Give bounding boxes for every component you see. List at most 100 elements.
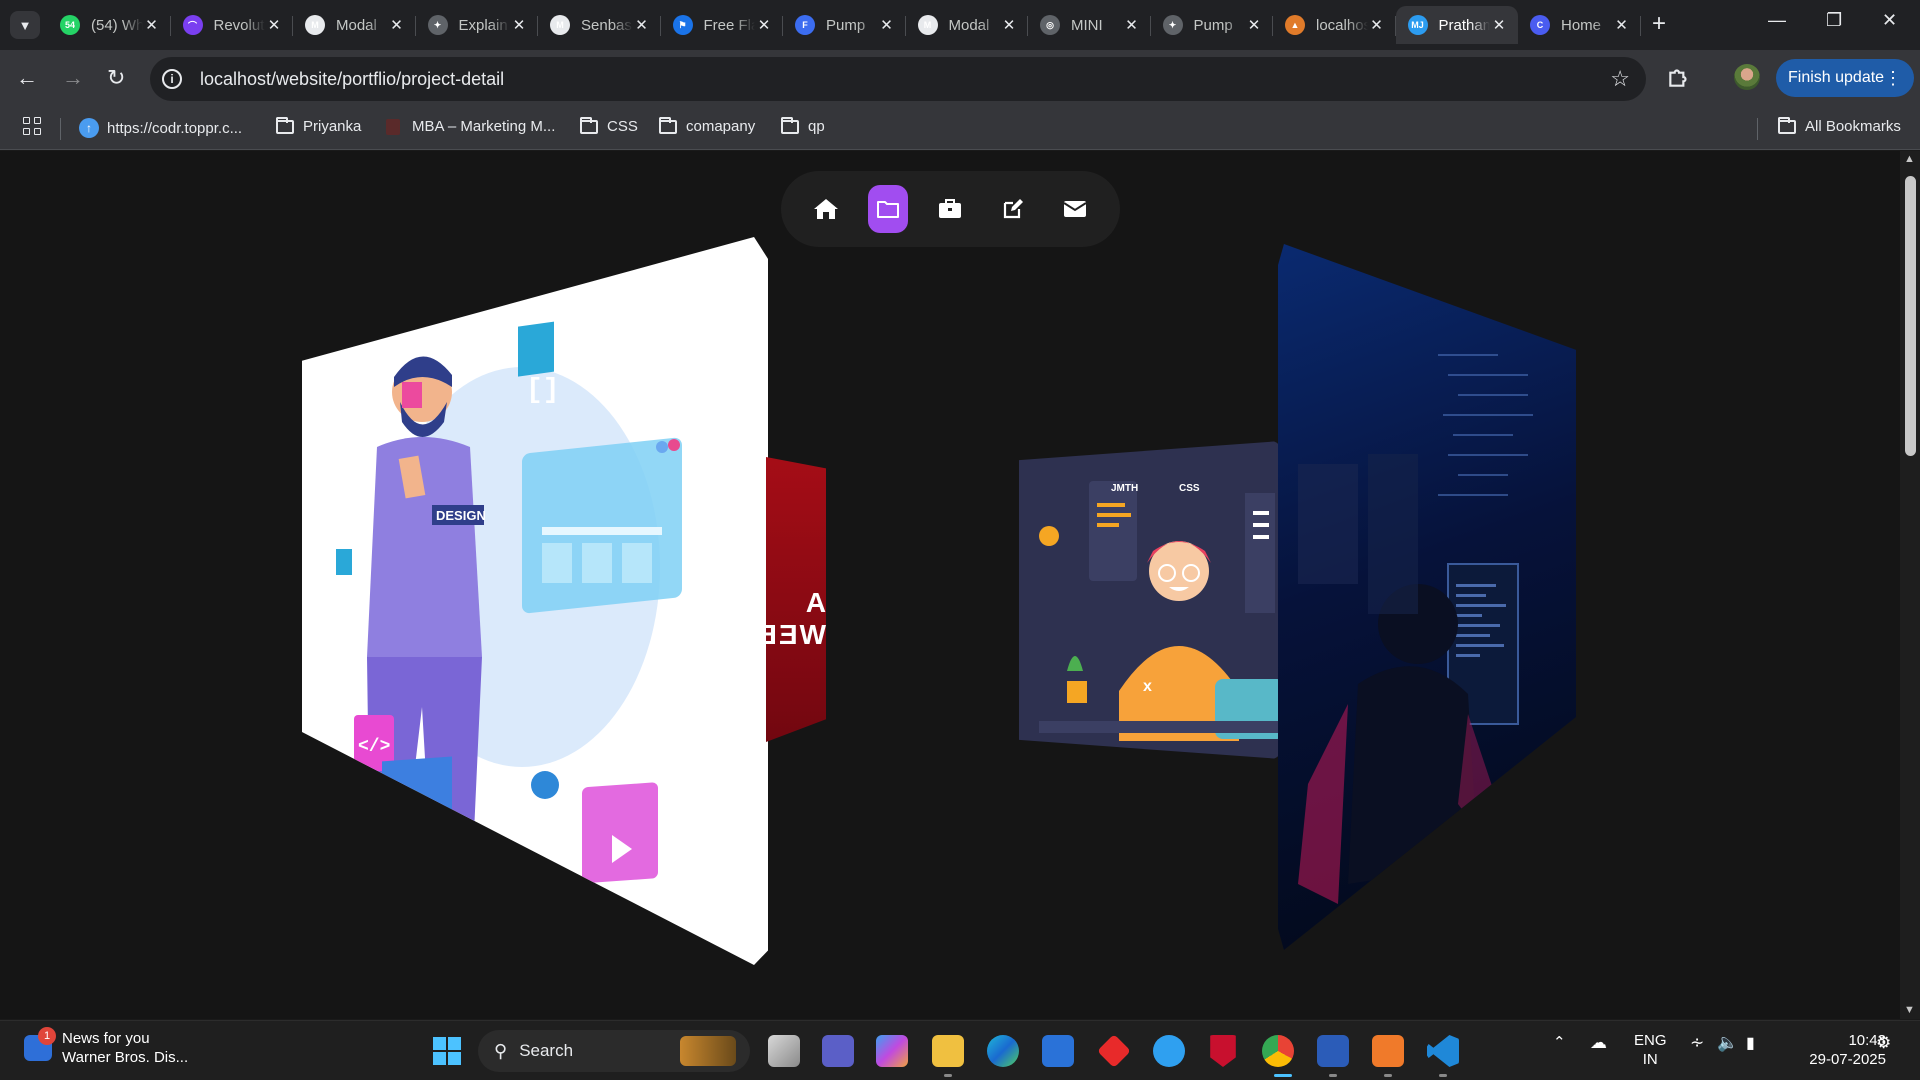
browser-tab[interactable]: M Senbase✕ — [538, 6, 661, 44]
tab-search-button[interactable]: ▼ — [10, 11, 40, 39]
clock[interactable]: 10:43 29-07-2025 — [1786, 1031, 1886, 1069]
nav-experience[interactable] — [930, 185, 970, 233]
task-view-icon[interactable] — [768, 1035, 800, 1067]
nav-home[interactable] — [806, 185, 846, 233]
bookmark-label: MBA – Marketing M... — [412, 118, 556, 135]
back-button[interactable]: ← — [16, 66, 38, 90]
bookmark-folder-comapany[interactable]: comapany — [659, 116, 756, 135]
file-explorer-icon[interactable] — [932, 1035, 964, 1067]
vscode-icon[interactable] — [1427, 1035, 1459, 1067]
windows-start-icon[interactable] — [433, 1037, 461, 1065]
edge-icon[interactable] — [987, 1035, 1019, 1067]
browser-tab[interactable]: ✦ Pump ✕ — [1151, 6, 1274, 44]
project-card-developer[interactable]: JMTH CSS x — [1019, 441, 1281, 759]
xampp-icon[interactable] — [1372, 1035, 1404, 1067]
wifi-icon[interactable]: ∻ — [1690, 1033, 1704, 1053]
bookmark-label: comapany — [686, 118, 756, 135]
nav-blog[interactable] — [993, 185, 1033, 233]
volume-icon[interactable]: 🔈 — [1717, 1033, 1738, 1053]
profile-avatar[interactable] — [1734, 64, 1760, 90]
browser-tab[interactable]: ⌒ Revolut ✕ — [171, 6, 294, 44]
tab-favicon-icon: ✦ — [427, 15, 448, 35]
news-widget[interactable]: 1 News for you Warner Bros. Dis... — [24, 1027, 188, 1067]
help-icon[interactable] — [1153, 1035, 1185, 1067]
browser-tab[interactable]: ⚑ Free Flags✕ — [661, 6, 784, 44]
bookmark-label: Priyanka — [303, 118, 362, 135]
nav-projects[interactable] — [868, 185, 909, 233]
scroll-up-icon[interactable]: ▲ — [1904, 153, 1915, 165]
browser-tab[interactable]: ◎ MINI ✕ — [1028, 6, 1151, 44]
chrome-icon[interactable] — [1262, 1035, 1294, 1067]
teams-icon[interactable] — [822, 1035, 854, 1067]
forward-button[interactable]: → — [62, 66, 84, 90]
tab-title: Home — [1561, 16, 1602, 34]
address-bar[interactable]: i localhost/website/portflio/project-det… — [150, 57, 1646, 101]
tab-close-icon[interactable]: ✕ — [1613, 16, 1631, 34]
site-info-icon[interactable]: i — [162, 69, 182, 89]
browser-tab[interactable]: M Modal ✕ — [293, 6, 416, 44]
taskbar-search[interactable]: ⚲ Search — [478, 1030, 750, 1072]
show-hidden-icons[interactable]: ⌃ — [1553, 1033, 1566, 1051]
scroll-down-icon[interactable]: ▼ — [1904, 1004, 1915, 1016]
tab-close-icon[interactable]: ✕ — [1490, 16, 1508, 34]
chevron-down-icon: ▼ — [18, 17, 32, 33]
project-card-design[interactable]: [] DESIGN </> — [302, 237, 768, 965]
browser-tab[interactable]: F Pump ✕ — [783, 6, 906, 44]
tab-close-icon[interactable]: ✕ — [1000, 16, 1018, 34]
onedrive-icon[interactable]: ☁ — [1590, 1033, 1607, 1053]
nav-contact[interactable] — [1055, 185, 1095, 233]
word-icon[interactable] — [1317, 1035, 1349, 1067]
minimize-button[interactable]: — — [1768, 10, 1786, 31]
tab-close-icon[interactable]: ✕ — [755, 16, 773, 34]
running-indicator — [1274, 1074, 1292, 1077]
close-window-button[interactable]: ✕ — [1882, 10, 1897, 31]
finish-update-button[interactable]: Finish update ⋮ — [1776, 59, 1914, 97]
battery-icon[interactable]: ▮ — [1746, 1033, 1755, 1053]
tab-favicon-icon: MJ — [1407, 15, 1428, 35]
edit-icon — [1003, 199, 1023, 219]
news-badge: 1 — [38, 1027, 56, 1045]
copilot-icon[interactable] — [876, 1035, 908, 1067]
tab-close-icon[interactable]: ✕ — [1368, 16, 1386, 34]
bookmark-label: CSS — [607, 118, 638, 135]
project-card-coding[interactable] — [1278, 244, 1576, 950]
all-bookmarks-button[interactable]: All Bookmarks — [1778, 116, 1901, 135]
browser-tab[interactable]: 54 (54) WhatsApp✕ — [48, 6, 171, 44]
url-text: localhost/website/portflio/project-detai… — [200, 68, 505, 89]
notifications-icon[interactable]: ⚙ — [1876, 1033, 1891, 1053]
browser-tab[interactable]: ▲ localhost✕ — [1273, 6, 1396, 44]
tab-close-icon[interactable]: ✕ — [265, 16, 283, 34]
tab-close-icon[interactable]: ✕ — [1123, 16, 1141, 34]
bookmark-folder-priyanka[interactable]: Priyanka — [276, 116, 362, 135]
web-card-text: A WEB — [766, 587, 826, 650]
tab-close-icon[interactable]: ✕ — [1245, 16, 1263, 34]
browser-tab[interactable]: MJ Prathama✕ — [1395, 6, 1518, 44]
restore-button[interactable]: ❐ — [1826, 10, 1842, 31]
new-tab-button[interactable]: + — [1652, 12, 1666, 36]
tab-close-icon[interactable]: ✕ — [633, 16, 651, 34]
store-icon[interactable] — [1042, 1035, 1074, 1067]
browser-tab[interactable]: C Home ✕ — [1518, 6, 1641, 44]
bookmark-folder-css[interactable]: CSS — [580, 116, 638, 135]
bookmark-mba[interactable]: MBA – Marketing M... — [386, 118, 555, 135]
tab-close-icon[interactable]: ✕ — [878, 16, 896, 34]
tab-close-icon[interactable]: ✕ — [143, 16, 161, 34]
tab-favicon-icon: M — [550, 15, 570, 35]
scroll-thumb[interactable] — [1905, 176, 1916, 456]
anydesk-icon[interactable] — [1097, 1034, 1131, 1068]
windows-taskbar: 1 News for you Warner Bros. Dis... ⚲ Sea… — [0, 1020, 1920, 1080]
reload-button[interactable]: ↻ — [107, 66, 125, 90]
tab-close-icon[interactable]: ✕ — [510, 16, 528, 34]
browser-tab[interactable]: ✦ Explain ✕ — [416, 6, 539, 44]
mcafee-icon[interactable] — [1210, 1035, 1236, 1067]
browser-tab[interactable]: M Modal ✕ — [906, 6, 1029, 44]
tab-close-icon[interactable]: ✕ — [388, 16, 406, 34]
language-indicator[interactable]: ENG IN — [1634, 1031, 1667, 1069]
bookmark-star-icon[interactable]: ☆ — [1610, 66, 1630, 92]
bookmark-codr[interactable]: ↑ https://codr.toppr.c... — [79, 118, 242, 138]
search-label: Search — [519, 1041, 574, 1060]
apps-grid-icon[interactable] — [23, 117, 41, 135]
project-card-web[interactable]: A WEB — [766, 457, 826, 742]
extensions-icon[interactable] — [1666, 64, 1692, 90]
bookmark-folder-qp[interactable]: qp — [781, 116, 825, 135]
